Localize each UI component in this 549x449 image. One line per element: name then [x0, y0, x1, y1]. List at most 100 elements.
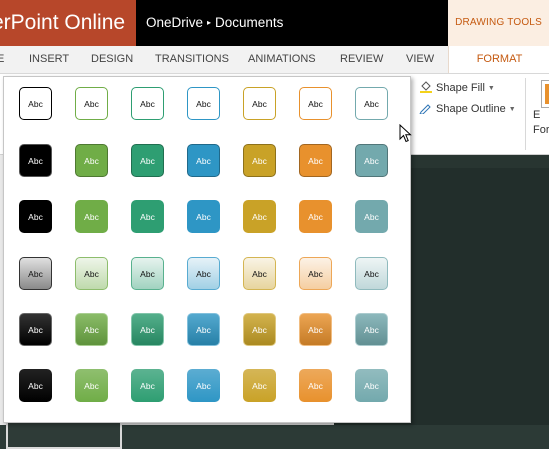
- tab-animations[interactable]: ANIMATIONS: [248, 46, 316, 73]
- shape-style-swatch: Abc: [131, 369, 164, 402]
- tab-transitions[interactable]: TRANSITIONS: [155, 46, 229, 73]
- shape-style-option[interactable]: Abc: [8, 247, 64, 303]
- shape-style-option[interactable]: Abc: [288, 134, 344, 190]
- shape-style-swatch: Abc: [75, 369, 108, 402]
- shape-style-option[interactable]: Abc: [232, 247, 288, 303]
- breadcrumb-onedrive[interactable]: OneDrive: [146, 15, 203, 30]
- shape-fill-chevron-down-icon: ▼: [487, 85, 495, 92]
- tab-home[interactable]: E: [0, 46, 4, 73]
- shape-style-option[interactable]: Abc: [64, 247, 120, 303]
- shape-styles-grid: Abc Abc Abc Abc Abc Abc Abc Abc Abc Abc Abc Abc Abc A…: [4, 77, 410, 422]
- shape-style-option[interactable]: Abc: [64, 190, 120, 246]
- shape-style-option[interactable]: Abc: [232, 359, 288, 415]
- shape-style-option[interactable]: Abc: [176, 303, 232, 359]
- shape-style-option[interactable]: Abc: [120, 190, 176, 246]
- shape-style-option[interactable]: Abc: [288, 77, 344, 133]
- shape-style-option[interactable]: Abc: [232, 190, 288, 246]
- breadcrumb-documents[interactable]: Documents: [215, 15, 283, 30]
- shape-style-option[interactable]: Abc: [120, 134, 176, 190]
- shape-style-swatch: Abc: [187, 144, 220, 177]
- shape-style-option[interactable]: Abc: [344, 247, 400, 303]
- shape-style-option[interactable]: Abc: [8, 134, 64, 190]
- shape-style-swatch: Abc: [19, 87, 52, 120]
- shape-style-option[interactable]: Abc: [120, 77, 176, 133]
- shape-style-swatch: Abc: [355, 257, 388, 290]
- shape-style-option[interactable]: Abc: [64, 359, 120, 415]
- shape-style-option[interactable]: Abc: [8, 303, 64, 359]
- tab-format[interactable]: FORMAT: [448, 46, 549, 73]
- breadcrumb: OneDrive ▸ Documents: [146, 15, 283, 30]
- partial-ribbon-line: For: [533, 124, 549, 136]
- shape-style-swatch: Abc: [187, 369, 220, 402]
- shape-style-option[interactable]: Abc: [344, 303, 400, 359]
- shape-style-option[interactable]: Abc: [176, 190, 232, 246]
- shape-style-swatch: Abc: [131, 144, 164, 177]
- shape-style-option[interactable]: Abc: [64, 77, 120, 133]
- app-name[interactable]: erPoint Online: [0, 0, 136, 46]
- shape-style-option[interactable]: Abc: [120, 359, 176, 415]
- title-bar: erPoint Online OneDrive ▸ Documents DRAWIN…: [0, 0, 549, 46]
- shape-style-swatch: Abc: [243, 144, 276, 177]
- tab-insert[interactable]: INSERT: [29, 46, 69, 73]
- shape-outline-button[interactable]: Shape Outline ▼: [419, 102, 516, 115]
- shape-outline-chevron-down-icon: ▼: [508, 106, 516, 113]
- shape-style-option[interactable]: Abc: [344, 77, 400, 133]
- ribbon-group-divider: [525, 78, 526, 150]
- shape-style-option[interactable]: Abc: [64, 303, 120, 359]
- shape-style-swatch: Abc: [131, 313, 164, 346]
- shape-style-swatch: Abc: [355, 313, 388, 346]
- shape-style-option[interactable]: Abc: [176, 359, 232, 415]
- shape-style-option[interactable]: Abc: [232, 303, 288, 359]
- tab-review[interactable]: REVIEW: [340, 46, 383, 73]
- shape-fill-label: Shape Fill: [436, 82, 485, 94]
- partial-ribbon-command[interactable]: E For: [533, 108, 549, 138]
- shape-style-option[interactable]: Abc: [344, 134, 400, 190]
- shape-style-option[interactable]: Abc: [120, 303, 176, 359]
- shape-style-option[interactable]: Abc: [176, 77, 232, 133]
- tab-design[interactable]: DESIGN: [91, 46, 133, 73]
- shape-style-swatch: Abc: [75, 257, 108, 290]
- shape-style-swatch: Abc: [355, 200, 388, 233]
- shape-style-swatch: Abc: [243, 257, 276, 290]
- shape-style-swatch: Abc: [355, 87, 388, 120]
- ribbon-tabs: E INSERT DESIGN TRANSITIONS ANIMATIONS R…: [0, 46, 549, 74]
- shape-style-swatch: Abc: [19, 313, 52, 346]
- shape-style-option[interactable]: Abc: [344, 190, 400, 246]
- shape-style-option[interactable]: Abc: [176, 247, 232, 303]
- shape-style-option[interactable]: Abc: [8, 77, 64, 133]
- shape-style-option[interactable]: Abc: [64, 134, 120, 190]
- shape-style-swatch: Abc: [299, 144, 332, 177]
- shape-style-option[interactable]: Abc: [288, 359, 344, 415]
- shape-style-option[interactable]: Abc: [288, 190, 344, 246]
- shape-style-option[interactable]: Abc: [288, 303, 344, 359]
- shape-style-swatch: Abc: [243, 369, 276, 402]
- shape-fill-button[interactable]: Shape Fill ▼: [419, 81, 495, 94]
- shape-style-option[interactable]: Abc: [344, 359, 400, 415]
- shape-style-option[interactable]: Abc: [232, 134, 288, 190]
- shape-style-swatch: Abc: [243, 200, 276, 233]
- shape-style-swatch: Abc: [187, 87, 220, 120]
- shape-style-swatch: Abc: [355, 369, 388, 402]
- shape-style-swatch: Abc: [19, 369, 52, 402]
- tab-view[interactable]: VIEW: [406, 46, 434, 73]
- shape-style-option[interactable]: Abc: [288, 247, 344, 303]
- shape-style-swatch: Abc: [19, 144, 52, 177]
- shape-style-swatch: Abc: [75, 87, 108, 120]
- shape-style-option[interactable]: Abc: [176, 134, 232, 190]
- shape-style-option[interactable]: Abc: [8, 190, 64, 246]
- shape-style-swatch: Abc: [299, 87, 332, 120]
- drawing-tools-context-label: DRAWING TOOLS: [448, 0, 549, 46]
- shape-style-swatch: Abc: [75, 200, 108, 233]
- shape-style-swatch: Abc: [19, 257, 52, 290]
- shape-style-option[interactable]: Abc: [120, 247, 176, 303]
- shape-style-swatch: Abc: [75, 313, 108, 346]
- shape-style-option[interactable]: Abc: [8, 359, 64, 415]
- shape-style-swatch: Abc: [243, 313, 276, 346]
- partial-ribbon-icon[interactable]: [541, 80, 549, 108]
- shape-style-swatch: Abc: [299, 369, 332, 402]
- partial-ribbon-line: E: [533, 109, 541, 121]
- shape-style-swatch: Abc: [355, 144, 388, 177]
- mouse-pointer-icon: [399, 124, 412, 143]
- shape-styles-gallery: Abc Abc Abc Abc Abc Abc Abc Abc Abc Abc Abc Abc Abc A…: [3, 76, 411, 423]
- shape-style-option[interactable]: Abc: [232, 77, 288, 133]
